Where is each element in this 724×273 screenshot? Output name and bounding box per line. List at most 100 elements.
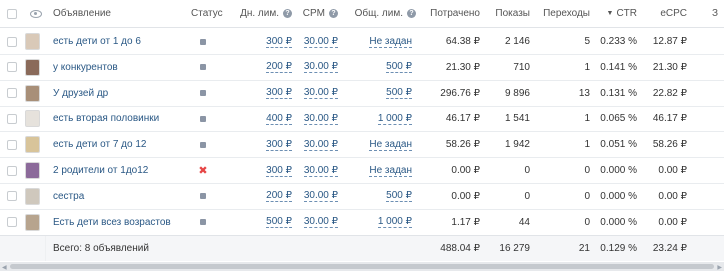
cpm-link[interactable]: 30.00 ₽ xyxy=(292,158,338,183)
row-checkbox[interactable] xyxy=(7,29,17,54)
ad-thumbnail[interactable] xyxy=(25,29,40,54)
ad-name-link[interactable]: есть дети от 1 до 6 xyxy=(53,29,141,54)
spent-value: 21.30 ₽ xyxy=(445,61,480,73)
total-limit-link[interactable]: 500 ₽ xyxy=(350,81,412,106)
help-icon[interactable]: ? xyxy=(329,9,338,18)
total-limit-link[interactable]: Не задан xyxy=(350,132,412,157)
ad-name-link[interactable]: 2 родители от 1до12 xyxy=(53,158,148,183)
status-active-icon[interactable] xyxy=(200,64,206,71)
total-limit-link[interactable]: 500 ₽ xyxy=(350,184,412,209)
row-checkbox[interactable] xyxy=(7,55,17,80)
ad-status[interactable] xyxy=(196,184,210,209)
cpm-link[interactable]: 30.00 ₽ xyxy=(292,55,338,80)
sort-desc-icon: ▼ xyxy=(606,10,614,17)
ad-status[interactable] xyxy=(196,132,210,157)
row-checkbox[interactable] xyxy=(7,106,17,131)
ad-thumbnail[interactable] xyxy=(25,132,40,157)
table-row: 2 родители от 1до12 ✖ 300 ₽30.00 ₽ Не задан… xyxy=(0,158,724,184)
status-active-icon[interactable] xyxy=(200,219,206,226)
clicks-value: 1 xyxy=(584,61,590,73)
eye-icon[interactable] xyxy=(30,0,42,27)
day-limit-link[interactable]: 300 ₽ xyxy=(230,158,292,183)
ad-thumbnail[interactable] xyxy=(25,210,40,235)
ad-status[interactable] xyxy=(196,29,210,54)
row-checkbox[interactable] xyxy=(7,81,17,106)
ad-status[interactable] xyxy=(196,81,210,106)
horizontal-scrollbar[interactable]: ◀ ▶ xyxy=(0,262,724,271)
ecpc-value: 0.00 ₽ xyxy=(658,190,687,202)
total-limit-link[interactable]: 1 000 ₽ xyxy=(350,106,412,131)
ad-status[interactable] xyxy=(196,106,210,131)
total-limit-link[interactable]: 1 000 ₽ xyxy=(350,210,412,235)
status-active-icon[interactable] xyxy=(200,38,206,45)
day-limit-link[interactable]: 200 ₽ xyxy=(230,55,292,80)
col-ecpc[interactable]: eCPC xyxy=(650,0,687,27)
ad-status[interactable] xyxy=(196,210,210,235)
ad-thumbnail[interactable] xyxy=(25,106,40,131)
help-icon[interactable]: ? xyxy=(283,9,292,18)
col-ctr[interactable]: ▼ CTR xyxy=(590,0,638,27)
ad-name-link[interactable]: есть вторая половинки xyxy=(53,106,159,131)
status-active-icon[interactable] xyxy=(200,141,206,148)
cpm-link[interactable]: 30.00 ₽ xyxy=(292,29,338,54)
table-header: Объявление Статус Дн. лим.? CPM? Общ. ли… xyxy=(0,0,724,28)
scroll-thumb[interactable] xyxy=(10,264,714,269)
cpm-link[interactable]: 30.00 ₽ xyxy=(292,132,338,157)
day-limit-link[interactable]: 400 ₽ xyxy=(230,106,292,131)
select-all-checkbox[interactable] xyxy=(7,0,17,27)
col-spent[interactable]: Потрачено xyxy=(420,0,480,27)
day-limit-link[interactable]: 300 ₽ xyxy=(230,132,292,157)
day-limit-link[interactable]: 200 ₽ xyxy=(230,184,292,209)
ad-thumbnail[interactable] xyxy=(25,158,40,183)
ad-thumbnail[interactable] xyxy=(25,184,40,209)
status-active-icon[interactable] xyxy=(200,193,206,200)
ad-name-link[interactable]: у конкурентов xyxy=(53,55,118,80)
impressions-value: 0 xyxy=(524,190,530,202)
ad-name-link[interactable]: есть дети от 7 до 12 xyxy=(53,132,146,157)
col-name[interactable]: Объявление xyxy=(53,0,111,27)
clicks-value: 0 xyxy=(584,190,590,202)
ad-name-link[interactable]: У друзей др xyxy=(53,81,108,106)
ecpc-value: 22.82 ₽ xyxy=(652,87,687,99)
help-icon[interactable]: ? xyxy=(407,9,416,18)
spent-value: 0.00 ₽ xyxy=(451,190,480,202)
cpm-link[interactable]: 30.00 ₽ xyxy=(292,81,338,106)
ad-status[interactable] xyxy=(196,55,210,80)
stopped-icon[interactable]: ✖ xyxy=(198,165,207,176)
ad-thumbnail[interactable] xyxy=(25,81,40,106)
col-impressions[interactable]: Показы xyxy=(490,0,530,27)
row-checkbox[interactable] xyxy=(7,210,17,235)
ctr-value: 0.141 % xyxy=(600,61,637,73)
col-status[interactable]: Статус xyxy=(191,0,223,27)
total-limit-link[interactable]: Не задан xyxy=(350,29,412,54)
total-limit-link[interactable]: 500 ₽ xyxy=(350,55,412,80)
total-limit-link[interactable]: Не задан xyxy=(350,158,412,183)
scroll-left-icon[interactable]: ◀ xyxy=(2,264,7,271)
cpm-link[interactable]: 30.00 ₽ xyxy=(292,184,338,209)
col-total-limit[interactable]: Общ. лим.? xyxy=(350,0,416,27)
ad-name-link[interactable]: сестра xyxy=(53,184,84,209)
row-checkbox[interactable] xyxy=(7,158,17,183)
day-limit-link[interactable]: 500 ₽ xyxy=(230,210,292,235)
col-extra[interactable]: З xyxy=(712,0,718,27)
ecpc-value: 58.26 ₽ xyxy=(652,139,687,151)
row-checkbox[interactable] xyxy=(7,132,17,157)
col-cpm[interactable]: CPM? xyxy=(292,0,338,27)
status-active-icon[interactable] xyxy=(200,90,206,97)
day-limit-link[interactable]: 300 ₽ xyxy=(230,29,292,54)
ad-name-link[interactable]: Есть дети всез возрастов xyxy=(53,210,171,235)
cpm-link[interactable]: 30.00 ₽ xyxy=(292,106,338,131)
status-active-icon[interactable] xyxy=(200,115,206,122)
day-limit-link[interactable]: 300 ₽ xyxy=(230,81,292,106)
ad-status[interactable]: ✖ xyxy=(196,158,210,183)
clicks-value: 1 xyxy=(584,139,590,151)
ad-thumbnail[interactable] xyxy=(25,55,40,80)
col-clicks[interactable]: Переходы xyxy=(540,0,590,27)
row-checkbox[interactable] xyxy=(7,184,17,209)
cpm-link[interactable]: 30.00 ₽ xyxy=(292,210,338,235)
col-day-limit[interactable]: Дн. лим.? xyxy=(230,0,292,27)
ctr-value: 0.233 % xyxy=(600,36,637,47)
scroll-right-icon[interactable]: ▶ xyxy=(717,264,722,271)
table-row: Есть дети всез возрастов 500 ₽30.00 ₽ 1 00… xyxy=(0,210,724,236)
ctr-value: 0.131 % xyxy=(600,87,637,99)
